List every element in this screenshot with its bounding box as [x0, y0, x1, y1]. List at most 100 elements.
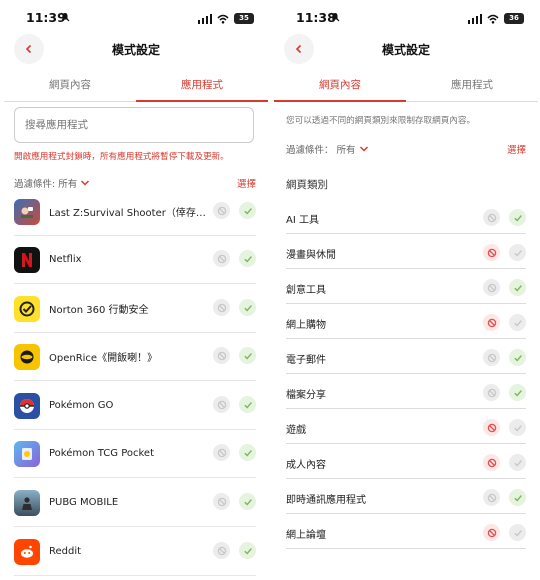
allow-toggle[interactable]	[239, 202, 256, 219]
block-icon	[217, 303, 226, 312]
pokemon-tcg-app-icon	[14, 440, 40, 467]
block-icon	[217, 206, 226, 215]
category-controls	[483, 384, 526, 401]
allow-toggle[interactable]	[509, 489, 526, 506]
allow-toggle[interactable]	[509, 524, 526, 541]
block-toggle[interactable]	[483, 349, 500, 366]
block-toggle[interactable]	[483, 209, 500, 226]
tab-web-content[interactable]: 網頁內容	[274, 72, 406, 102]
block-toggle[interactable]	[483, 524, 500, 541]
block-icon	[217, 497, 226, 506]
check-icon	[513, 424, 522, 432]
app-name: Last Z:Survival Shooter（倖存者...	[49, 208, 209, 219]
check-icon	[243, 547, 252, 555]
block-icon	[487, 388, 496, 397]
filter-dropdown[interactable]: 過濾條件： 所有	[286, 142, 369, 156]
block-toggle[interactable]	[213, 493, 230, 510]
check-icon	[243, 304, 252, 312]
allow-toggle[interactable]	[239, 347, 256, 364]
check-icon	[243, 449, 252, 457]
block-toggle[interactable]	[483, 279, 500, 296]
allow-toggle[interactable]	[509, 349, 526, 366]
search-input[interactable]	[14, 107, 254, 143]
app-row[interactable]: Netflix	[14, 236, 256, 284]
app-row[interactable]: Norton 360 行動安全	[14, 285, 256, 333]
signal-icon	[467, 13, 482, 24]
allow-toggle[interactable]	[239, 493, 256, 510]
app-row[interactable]: Pokémon TCG Pocket	[14, 430, 256, 478]
category-row[interactable]: 網上購物	[286, 304, 526, 339]
block-toggle[interactable]	[483, 244, 500, 261]
block-toggle[interactable]	[213, 542, 230, 559]
check-icon	[513, 214, 522, 222]
block-toggle[interactable]	[213, 202, 230, 219]
app-controls	[213, 542, 256, 559]
category-row[interactable]: 檔案分享	[286, 374, 526, 409]
tab-apps[interactable]: 應用程式	[136, 72, 268, 102]
app-controls	[213, 396, 256, 413]
allow-toggle[interactable]	[509, 209, 526, 226]
category-row[interactable]: 成人內容	[286, 444, 526, 479]
block-toggle[interactable]	[483, 489, 500, 506]
block-toggle[interactable]	[213, 444, 230, 461]
app-row[interactable]: Reddit	[14, 528, 256, 576]
block-toggle[interactable]	[213, 250, 230, 267]
block-toggle[interactable]	[213, 396, 230, 413]
category-header: 網頁類別	[286, 179, 328, 191]
category-name: 網上購物	[286, 320, 326, 331]
app-row[interactable]: Pokémon GO	[14, 382, 256, 430]
app-name: PUBG MOBILE	[49, 497, 119, 508]
block-toggle[interactable]	[483, 454, 500, 471]
category-row[interactable]: 網上論壇	[286, 514, 526, 549]
silent-bell-icon	[60, 12, 70, 22]
select-button[interactable]: 選擇	[507, 142, 526, 156]
allow-toggle[interactable]	[509, 384, 526, 401]
check-icon	[513, 389, 522, 397]
app-row[interactable]: PUBG MOBILE	[14, 479, 256, 527]
app-row[interactable]: OpenRice《開飯喇！》	[14, 333, 256, 381]
allow-toggle[interactable]	[239, 444, 256, 461]
check-icon	[513, 459, 522, 467]
category-row[interactable]: 創意工具	[286, 269, 526, 304]
block-toggle[interactable]	[483, 419, 500, 436]
allow-toggle[interactable]	[509, 279, 526, 296]
category-controls	[483, 209, 526, 226]
web-content-settings-screen: 11:38 36 模式設定 網頁內容 應用程式 您可以透過不同的網頁類別來限制存…	[274, 0, 538, 580]
category-name: 檔案分享	[286, 390, 326, 401]
allow-toggle[interactable]	[239, 250, 256, 267]
allow-toggle[interactable]	[239, 299, 256, 316]
category-row[interactable]: 遊戲	[286, 409, 526, 444]
allow-toggle[interactable]	[239, 542, 256, 559]
block-icon	[487, 458, 496, 467]
tab-apps[interactable]: 應用程式	[406, 72, 538, 101]
pokemon-go-app-icon	[14, 392, 40, 419]
allow-toggle[interactable]	[509, 419, 526, 436]
allow-toggle[interactable]	[509, 314, 526, 331]
tab-bar: 網頁內容 應用程式	[274, 72, 538, 102]
tab-web-content[interactable]: 網頁內容	[4, 72, 136, 101]
block-toggle[interactable]	[483, 384, 500, 401]
category-row[interactable]: AI 工具	[286, 199, 526, 234]
status-bar: 11:39 35	[4, 10, 268, 28]
chevron-down-icon	[81, 180, 90, 186]
app-name: Pokémon TCG Pocket	[49, 448, 154, 459]
category-controls	[483, 244, 526, 261]
block-toggle[interactable]	[213, 299, 230, 316]
category-row[interactable]: 即時通訊應用程式	[286, 479, 526, 514]
pubg-app-icon	[14, 489, 40, 516]
category-row[interactable]: 漫畫與休閒	[286, 234, 526, 269]
app-controls	[213, 202, 256, 219]
app-name: Reddit	[49, 546, 82, 557]
allow-toggle[interactable]	[509, 454, 526, 471]
openrice-app-icon	[14, 343, 40, 370]
category-row[interactable]: 電子郵件	[286, 339, 526, 374]
allow-toggle[interactable]	[509, 244, 526, 261]
block-toggle[interactable]	[483, 314, 500, 331]
category-name: AI 工具	[286, 215, 319, 226]
wifi-icon	[217, 14, 229, 24]
signal-icon	[197, 13, 212, 24]
allow-toggle[interactable]	[239, 396, 256, 413]
category-controls	[483, 419, 526, 436]
app-row[interactable]: Last Z:Survival Shooter（倖存者...	[14, 188, 256, 236]
block-toggle[interactable]	[213, 347, 230, 364]
